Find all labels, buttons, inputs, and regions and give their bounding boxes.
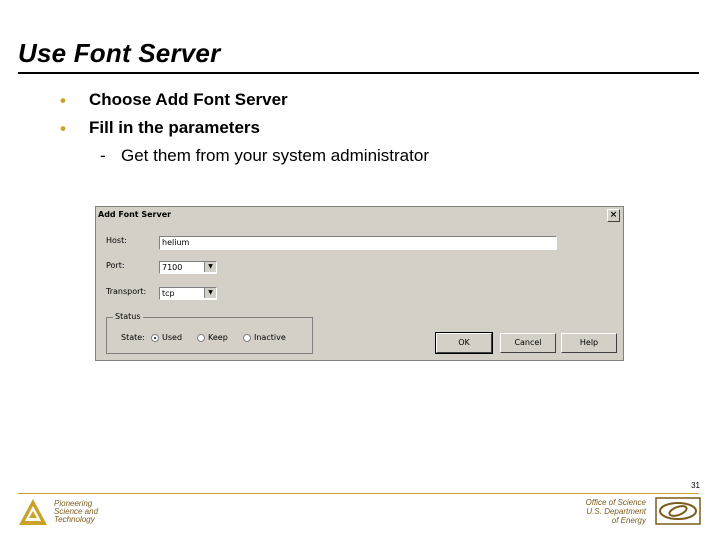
bullet-text: Choose Add Font Server — [89, 90, 288, 109]
dialog-titlebar[interactable]: Add Font Server × — [96, 207, 623, 223]
port-combo[interactable]: 7100 ▼ — [159, 261, 217, 274]
status-groupbox: Status State: Used Keep Inactive — [106, 312, 313, 354]
cancel-button[interactable]: Cancel — [500, 333, 556, 353]
radio-keep[interactable] — [197, 334, 205, 342]
footer-office-line: of Energy — [611, 516, 646, 525]
add-font-server-dialog: Add Font Server × Host: helium Port: 710… — [95, 206, 624, 361]
slide-title: Use Font Server — [18, 38, 221, 68]
sub-bullet-dash: - — [100, 146, 106, 165]
close-icon: × — [609, 210, 618, 220]
port-value: 7100 — [162, 263, 183, 272]
chevron-down-icon[interactable]: ▼ — [204, 288, 216, 298]
title-rule — [18, 72, 699, 74]
transport-combo[interactable]: tcp ▼ — [159, 287, 217, 300]
footer-tagline: Pioneering Science and Technology — [54, 500, 98, 524]
sub-bullet-text: Get them from your system administrator — [121, 146, 429, 165]
close-button[interactable]: × — [607, 209, 620, 222]
state-label: State: — [121, 333, 145, 342]
port-label: Port: — [106, 261, 125, 270]
page-number: 31 — [691, 481, 700, 490]
bullet-text: Fill in the parameters — [89, 118, 260, 137]
bullet-dot-icon: • — [60, 91, 66, 110]
ok-button[interactable]: OK — [435, 332, 493, 354]
argonne-logo-icon — [19, 499, 47, 525]
radio-used[interactable] — [151, 334, 159, 342]
host-input[interactable]: helium — [159, 236, 557, 250]
status-group-label: Status — [113, 312, 143, 321]
doe-logo-icon — [655, 497, 701, 525]
chevron-down-icon[interactable]: ▼ — [204, 262, 216, 272]
transport-value: tcp — [162, 289, 175, 298]
footer-office: Office of Science U.S. Department of Ene… — [586, 498, 646, 525]
dialog-title: Add Font Server — [98, 210, 172, 219]
footer-tagline-line: Technology — [54, 515, 95, 524]
help-button[interactable]: Help — [561, 333, 617, 353]
transport-label: Transport: — [106, 287, 147, 296]
bullet-dot-icon: • — [60, 119, 66, 138]
radio-keep-label[interactable]: Keep — [208, 333, 228, 342]
radio-used-label[interactable]: Used — [162, 333, 182, 342]
footer-office-line: U.S. Department — [586, 507, 646, 516]
radio-inactive-label[interactable]: Inactive — [254, 333, 286, 342]
footer-office-line: Office of Science — [585, 498, 646, 507]
radio-inactive[interactable] — [243, 334, 251, 342]
host-label: Host: — [106, 236, 127, 245]
footer-rule — [18, 493, 699, 494]
